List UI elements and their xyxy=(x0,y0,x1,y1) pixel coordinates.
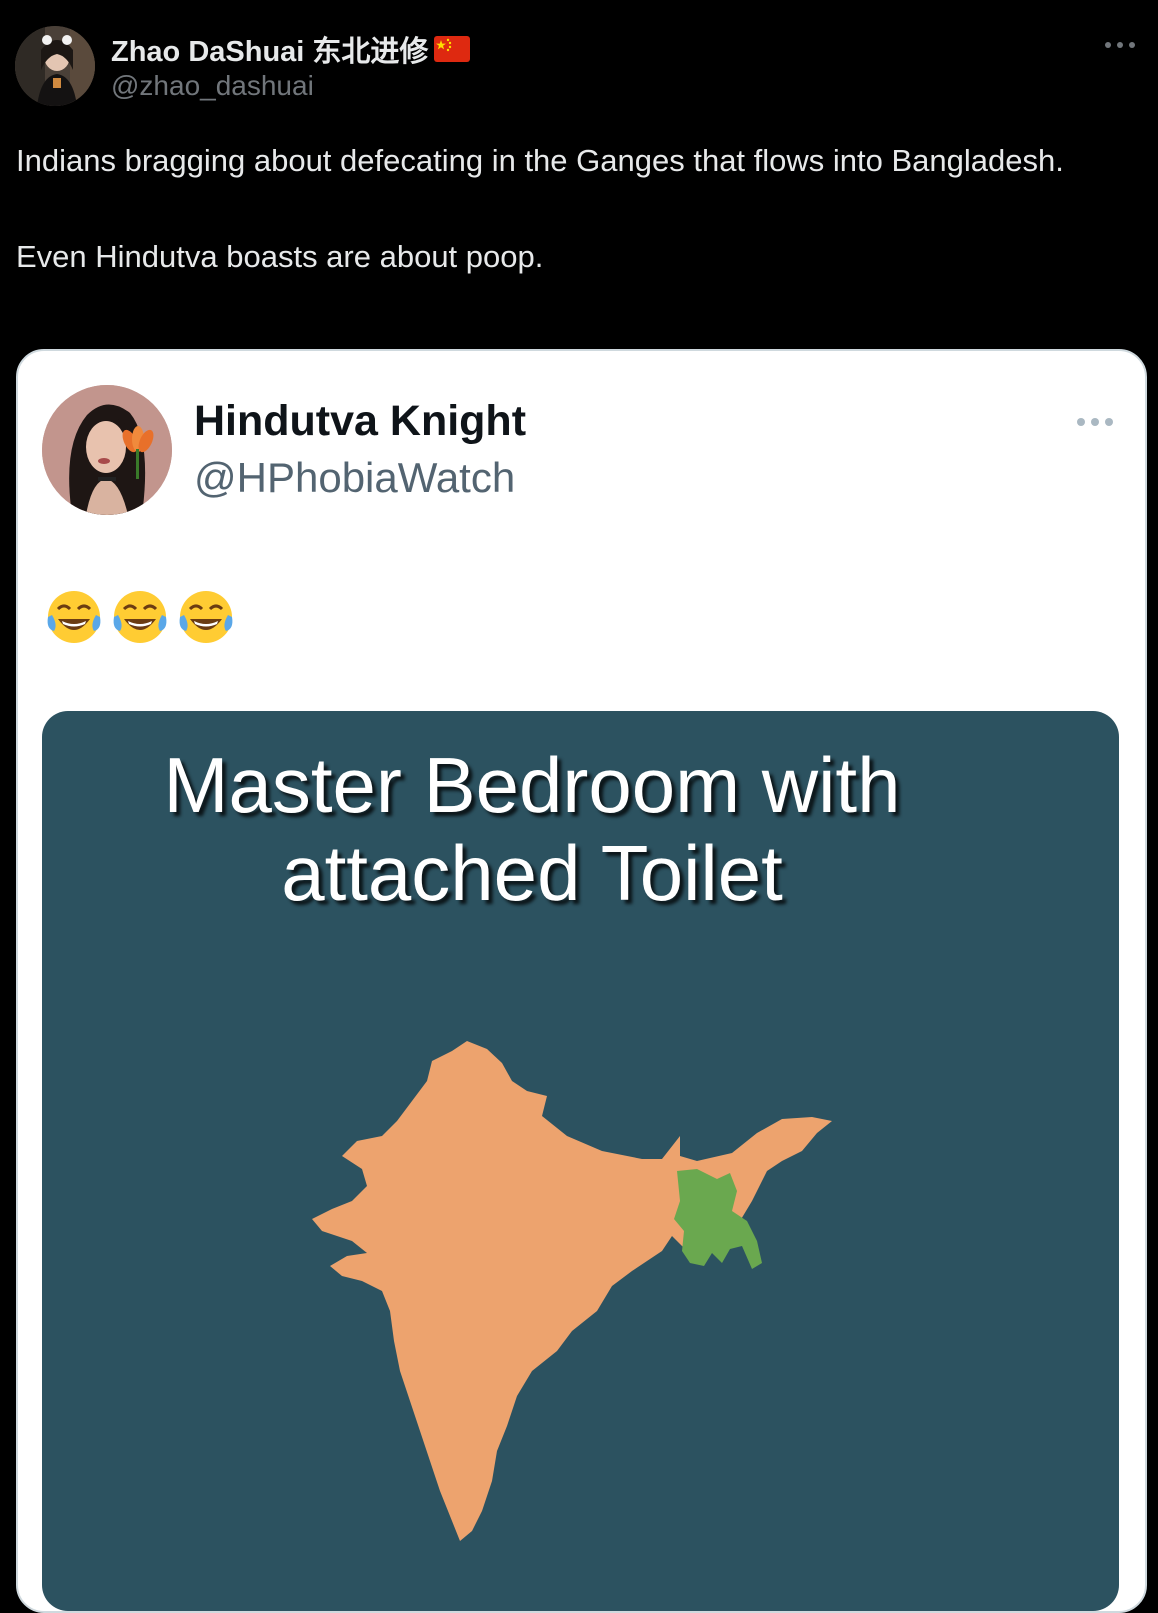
laughing-tears-emoji-icon xyxy=(47,591,101,643)
india-shape xyxy=(312,1041,832,1541)
quoted-more-dots-icon[interactable] xyxy=(1073,407,1117,437)
quoted-tweet-text: 😂😂😂 xyxy=(44,587,236,647)
quoted-author-name[interactable]: Hindutva Knight xyxy=(194,397,526,446)
more-dots-icon[interactable] xyxy=(1100,30,1140,60)
tweet-text-line: Even Hindutva boasts are about poop. xyxy=(16,239,544,274)
tweet: Zhao DaShuai 东北进修 @zhao_dashuai Indians … xyxy=(0,0,1158,1613)
author-display-name: Zhao DaShuai 东北进修 xyxy=(111,36,429,68)
quoted-author-handle[interactable]: @HPhobiaWatch xyxy=(194,454,515,502)
tweet-text-line: Indians bragging about defecating in the… xyxy=(16,143,1064,178)
india-bangladesh-map xyxy=(312,1041,832,1541)
author-name[interactable]: Zhao DaShuai 东北进修 xyxy=(111,28,471,70)
quoted-author-avatar[interactable] xyxy=(42,385,172,515)
image-caption: Master Bedroom with attached Toilet xyxy=(42,741,1022,917)
author-avatar[interactable] xyxy=(15,26,95,106)
author-handle[interactable]: @zhao_dashuai xyxy=(111,70,314,102)
image-caption-line: attached Toilet xyxy=(281,829,783,917)
laughing-tears-emoji-icon xyxy=(179,591,233,643)
avatar-image xyxy=(15,26,95,106)
attached-image[interactable]: Master Bedroom with attached Toilet xyxy=(42,711,1119,1611)
image-caption-line: Master Bedroom with xyxy=(163,741,901,829)
china-flag-icon xyxy=(434,36,471,62)
quoted-tweet-card[interactable]: Hindutva Knight @HPhobiaWatch 😂😂😂 xyxy=(16,349,1147,1613)
tweet-text: Indians bragging about defecating in the… xyxy=(16,137,1136,281)
laughing-tears-emoji-icon xyxy=(113,591,167,643)
quoted-avatar-image xyxy=(42,385,172,515)
